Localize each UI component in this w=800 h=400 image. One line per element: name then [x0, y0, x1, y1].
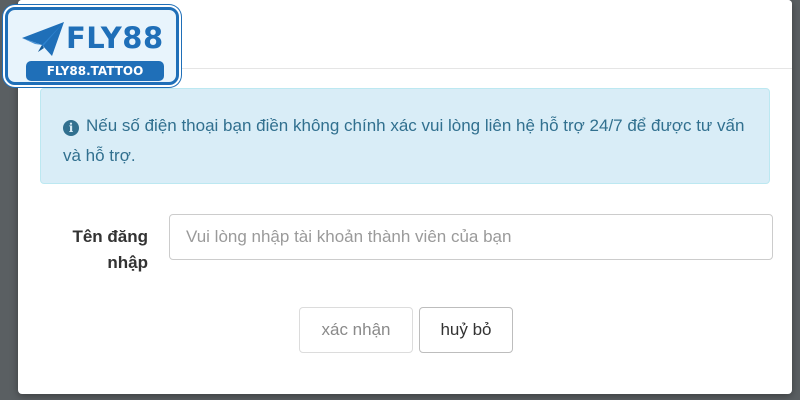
- info-alert: i Nếu số điện thoại bạn điền không chính …: [40, 88, 770, 184]
- brand-name: FLY88: [66, 21, 164, 55]
- alert-message: Nếu số điện thoại bạn điền không chính x…: [63, 116, 745, 165]
- brand-domain: FLY88.TATTOO: [26, 61, 164, 81]
- username-label: Tên đăng nhập: [72, 227, 148, 272]
- username-input[interactable]: [169, 214, 773, 260]
- brand-badge: FLY88 FLY88.TATTOO: [5, 7, 179, 85]
- confirm-button[interactable]: xác nhận: [299, 307, 413, 353]
- cancel-button[interactable]: huỷ bỏ: [419, 307, 513, 353]
- paper-plane-icon: [22, 22, 64, 56]
- info-circle-icon: i: [63, 120, 79, 136]
- brand-logo: FLY88 FLY88.TATTOO: [0, 0, 186, 90]
- username-row: Tên đăng nhập: [40, 214, 773, 284]
